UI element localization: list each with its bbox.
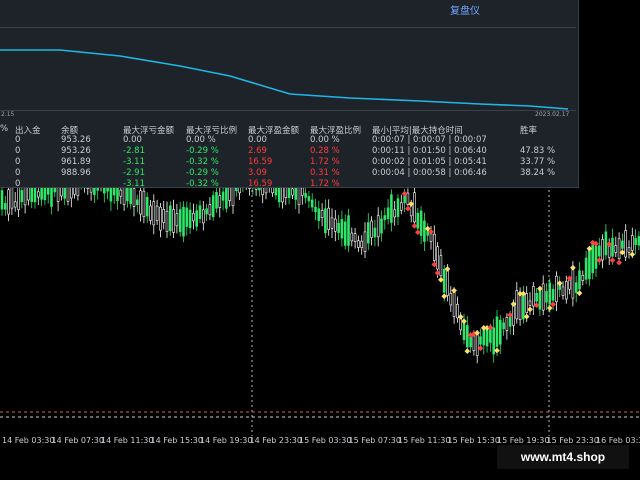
stats-cell-fl_pct: 0.00 % <box>186 135 216 145</box>
stats-cell-hold: 0:00:11 | 0:01:50 | 0:06:40 <box>372 146 487 156</box>
stats-cell-fl_pct: -0.29 % <box>186 168 219 178</box>
time-axis-label: 15 Feb 23:30 <box>546 436 599 445</box>
stats-cell-dep: 0 <box>15 168 21 178</box>
time-axis-label: 15 Feb 03:30 <box>299 436 352 445</box>
col-header: % <box>0 124 9 134</box>
time-axis-label: 14 Feb 15:30 <box>150 436 203 445</box>
stats-cell-fl_amt: -2.81 <box>123 146 145 156</box>
stats-cell-dep: 0 <box>15 179 21 189</box>
stats-cell-fp_pct: 0.28 % <box>310 146 340 156</box>
replay-panel: 复盘仪 2.15 2023.02.17 % 出入金 余额 最大浮亏金额 最大浮亏… <box>0 0 579 190</box>
time-axis-label: 14 Feb 23:30 <box>249 436 302 445</box>
stats-cell-hold: 0:00:04 | 0:00:58 | 0:06:46 <box>372 168 487 178</box>
stats-cell-bal: 961.89 <box>61 157 91 167</box>
watermark: www.mt4.shop <box>497 445 629 469</box>
stats-cell-dep: 0 <box>15 157 21 167</box>
stats-cell-hold: 0:00:07 | 0:00:07 | 0:00:07 <box>372 135 487 145</box>
stats-cell-dep: 0 <box>15 135 21 145</box>
stats-row: 0 953.26 -2.81 -0.29 % 2.69 0.28 % 0:00:11 | 0… <box>0 146 576 157</box>
time-axis-label: 15 Feb 19:30 <box>497 436 550 445</box>
stats-cell-fl_amt: -3.11 <box>123 179 145 189</box>
stats-cell-fl_pct: -0.32 % <box>186 179 219 189</box>
stats-cell-win: 38.24 % <box>520 168 556 178</box>
stats-row: 0 988.96 -2.91 -0.29 % 3.09 0.31 % 0:00:04 | 0… <box>0 168 576 179</box>
stats-cell-fp_amt: 16.59 <box>248 179 273 189</box>
stats-cell-fl_amt: -2.91 <box>123 168 145 178</box>
equity-start-date: 2.15 <box>1 111 15 118</box>
time-axis-label: 14 Feb 03:30 <box>2 436 55 445</box>
panel-title: 复盘仪 <box>450 6 480 17</box>
stats-cell-win: 47.83 % <box>520 146 556 156</box>
stats-cell-bal: 988.96 <box>61 168 91 178</box>
time-axis-label: 14 Feb 19:30 <box>200 436 253 445</box>
stats-cell-fp_amt: 3.09 <box>248 168 267 178</box>
stats-cell-fp_pct: 0.31 % <box>310 168 340 178</box>
stats-header-row: % 出入金 余额 最大浮亏金额 最大浮亏比例 最大浮盈金额 最大浮盈比例 最小|… <box>0 124 576 136</box>
stats-cell-fl_amt: -3.11 <box>123 157 145 167</box>
stats-cell-fl_pct: -0.32 % <box>186 157 219 167</box>
stats-cell-bal: 953.26 <box>61 135 91 145</box>
equity-curve-area: 2.15 2023.02.17 <box>0 27 576 118</box>
stats-cell-hold: 0:00:02 | 0:01:05 | 0:05:41 <box>372 157 487 167</box>
stats-cell-fp_amt: 0.00 <box>248 135 267 145</box>
time-axis-label: 14 Feb 11:30 <box>101 436 154 445</box>
time-axis-label: 15 Feb 07:30 <box>348 436 401 445</box>
equity-line <box>0 49 569 110</box>
time-axis-label: 15 Feb 15:30 <box>447 436 500 445</box>
stats-cell-fl_pct: -0.29 % <box>186 146 219 156</box>
stats-row: 0 961.89 -3.11 -0.32 % 16.59 1.72 % 0:00:02 | … <box>0 157 576 168</box>
stats-cell-fp_amt: 16.59 <box>248 157 273 167</box>
stats-row: 0 -3.11 -0.32 % 16.59 1.72 % <box>0 179 576 190</box>
time-axis-label: 14 Feb 07:30 <box>51 436 104 445</box>
stats-cell-fp_pct: 1.72 % <box>310 179 340 189</box>
time-axis-label: 16 Feb 03:30 <box>596 436 640 445</box>
stats-cell-dep: 0 <box>15 146 21 156</box>
stats-cell-bal: 953.26 <box>61 146 91 156</box>
stats-cell-fp_amt: 2.69 <box>248 146 267 156</box>
stats-row: 0 953.26 0.00 0.00 % 0.00 0.00 % 0:00:07 | 0:0… <box>0 135 576 146</box>
stats-cell-win: 33.77 % <box>520 157 556 167</box>
time-axis-label: 15 Feb 11:30 <box>398 436 451 445</box>
stats-cell-fp_pct: 0.00 % <box>310 135 340 145</box>
equity-end-date: 2023.02.17 <box>535 111 570 118</box>
trade-markers <box>401 190 636 354</box>
stats-cell-fp_pct: 1.72 % <box>310 157 340 167</box>
stats-cell-fl_amt: 0.00 <box>123 135 142 145</box>
